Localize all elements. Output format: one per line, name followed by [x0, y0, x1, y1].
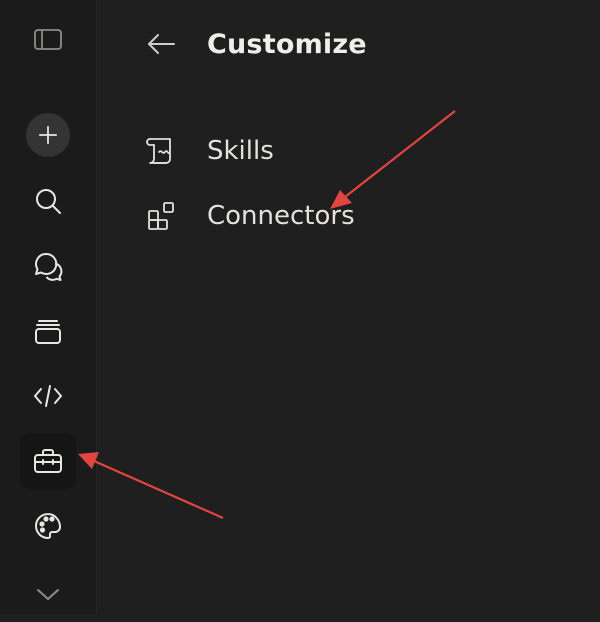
- customize-panel: Customize Skills Connectors: [97, 0, 600, 614]
- search-icon: [36, 189, 61, 214]
- appearance-button[interactable]: [20, 498, 76, 554]
- back-button[interactable]: [145, 28, 177, 60]
- search-button[interactable]: [20, 173, 76, 229]
- projects-button[interactable]: [20, 303, 76, 359]
- chats-button[interactable]: [20, 238, 76, 294]
- menu-item-label: Connectors: [207, 201, 355, 231]
- sidebar-toggle-icon: [34, 29, 62, 50]
- chevron-down-icon: [37, 589, 59, 600]
- code-icon: [34, 385, 62, 407]
- new-chat-button[interactable]: [26, 113, 70, 157]
- palette-icon: [35, 513, 61, 539]
- chat-bubbles-icon: [35, 252, 63, 281]
- panel-header: Customize: [145, 28, 367, 60]
- menu-item-label: Skills: [207, 136, 274, 166]
- menu-item-connectors[interactable]: Connectors: [145, 194, 355, 238]
- arrow-left-icon: [148, 34, 175, 54]
- sidebar-toggle-button[interactable]: [20, 11, 76, 67]
- customize-button[interactable]: [20, 433, 76, 489]
- plus-icon: [38, 125, 58, 145]
- blocks-icon: [145, 199, 179, 233]
- sidebar-rail: [0, 0, 97, 614]
- briefcase-icon: [34, 449, 62, 473]
- projects-stack-icon: [35, 320, 61, 344]
- page-title: Customize: [207, 28, 367, 60]
- scroll-icon: [145, 134, 179, 168]
- menu-item-skills[interactable]: Skills: [145, 129, 274, 173]
- code-button[interactable]: [20, 368, 76, 424]
